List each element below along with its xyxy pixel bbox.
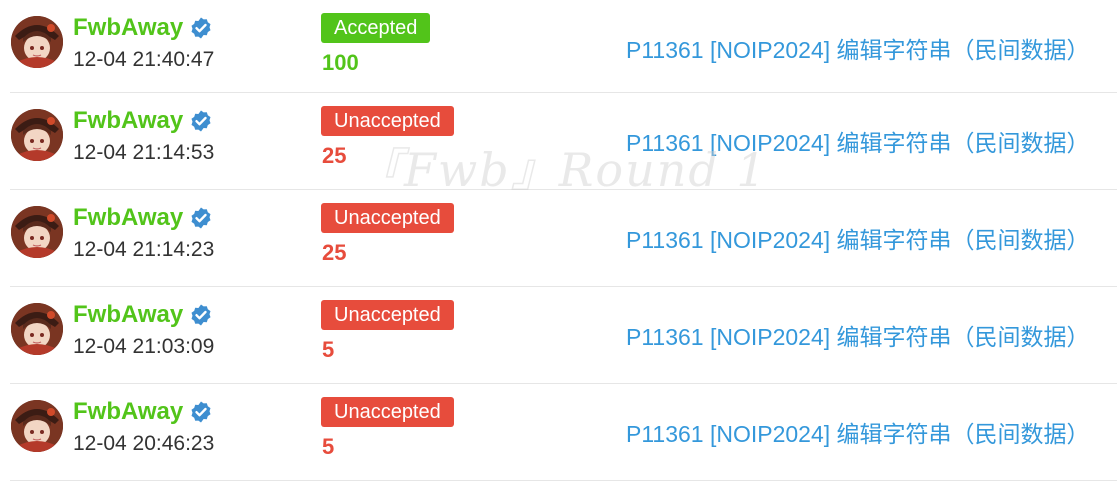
status-badge[interactable]: Unaccepted [321,203,454,233]
username-text: FwbAway [73,14,184,41]
username-text: FwbAway [73,204,184,231]
score: 100 [322,50,359,75]
submit-time: 12-04 21:14:53 [73,141,215,164]
verified-check-icon [189,303,213,327]
avatar[interactable] [11,206,63,258]
status-badge[interactable]: Unaccepted [321,300,454,330]
avatar[interactable] [11,109,63,161]
submission-row: FwbAway 12-04 21:03:09 Unaccepted 5 P113… [10,287,1117,384]
submission-row: FwbAway 12-04 21:40:47 Accepted 100 P113… [10,0,1117,93]
submission-row: FwbAway 12-04 20:46:23 Unaccepted 5 P113… [10,384,1117,481]
problem-link[interactable]: P11361 [NOIP2024] 编辑字符串（民间数据） [626,415,1090,449]
avatar[interactable] [11,303,63,355]
problem-link[interactable]: P11361 [NOIP2024] 编辑字符串（民间数据） [626,124,1090,158]
username-link[interactable]: FwbAway [73,204,213,232]
verified-check-icon [189,400,213,424]
avatar[interactable] [11,400,63,452]
submit-time: 12-04 21:03:09 [73,335,215,358]
submit-time: 12-04 21:40:47 [73,48,215,71]
status-badge[interactable]: Accepted [321,13,431,43]
submit-time: 12-04 20:46:23 [73,432,215,455]
submit-time: 12-04 21:14:23 [73,238,215,261]
score: 25 [322,240,347,265]
problem-link[interactable]: P11361 [NOIP2024] 编辑字符串（民间数据） [626,318,1090,352]
username-text: FwbAway [73,301,184,328]
problem-link[interactable]: P11361 [NOIP2024] 编辑字符串（民间数据） [626,31,1090,65]
score: 25 [322,143,347,168]
verified-check-icon [189,16,213,40]
status-badge[interactable]: Unaccepted [321,397,454,427]
submission-row: FwbAway 12-04 21:14:53 Unaccepted 25 P11… [10,93,1117,190]
score: 5 [322,434,335,459]
username-link[interactable]: FwbAway [73,301,213,329]
score: 5 [322,337,335,362]
submission-list: FwbAway 12-04 21:40:47 Accepted 100 P113… [0,0,1117,481]
submission-row: FwbAway 12-04 21:14:23 Unaccepted 25 P11… [10,190,1117,287]
username-link[interactable]: FwbAway [73,398,213,426]
status-badge[interactable]: Unaccepted [321,106,454,136]
verified-check-icon [189,109,213,133]
username-text: FwbAway [73,398,184,425]
avatar[interactable] [11,16,63,68]
verified-check-icon [189,206,213,230]
problem-link[interactable]: P11361 [NOIP2024] 编辑字符串（民间数据） [626,221,1090,255]
username-link[interactable]: FwbAway [73,14,213,42]
username-text: FwbAway [73,107,184,134]
username-link[interactable]: FwbAway [73,107,213,135]
